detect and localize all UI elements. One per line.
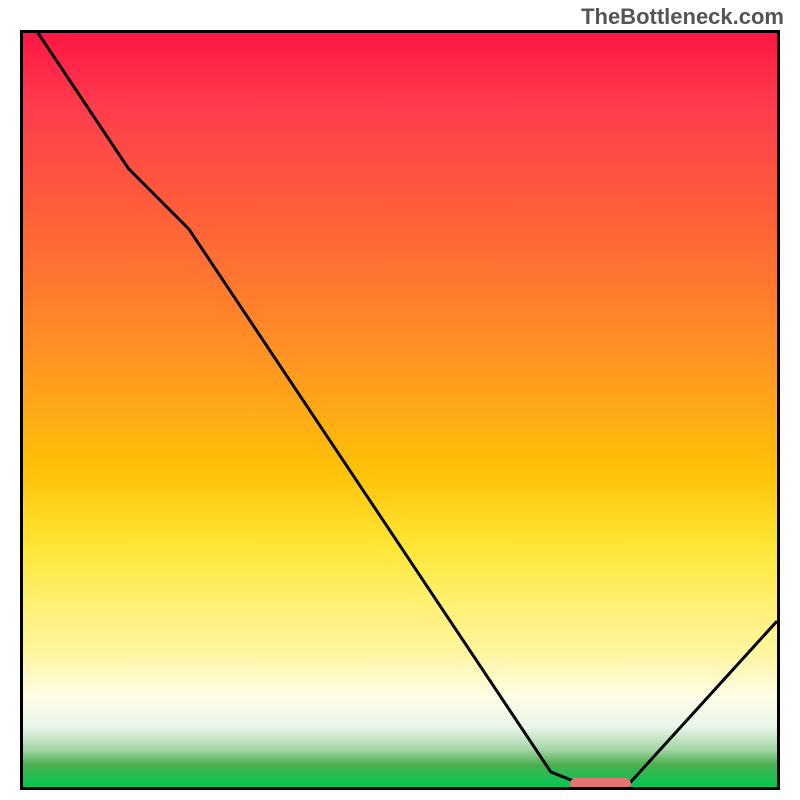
- curve-path: [38, 33, 777, 787]
- chart-container: TheBottleneck.com: [0, 0, 800, 800]
- optimum-marker: [570, 778, 631, 790]
- watermark-text: TheBottleneck.com: [581, 4, 784, 30]
- curve-svg: [23, 33, 777, 787]
- plot-frame: [20, 30, 780, 790]
